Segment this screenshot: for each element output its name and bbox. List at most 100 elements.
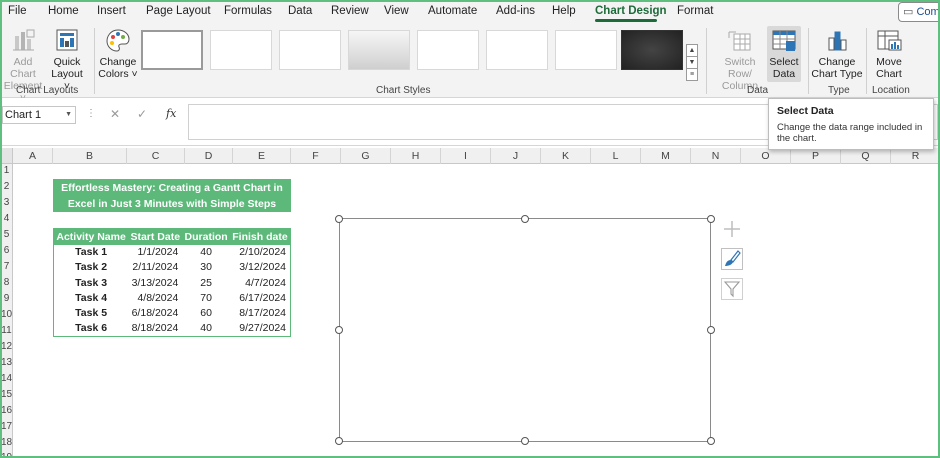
row-header[interactable]: 1 — [0, 165, 13, 176]
tab-data[interactable]: Data — [288, 5, 312, 17]
header-start-date[interactable]: Start Date — [128, 228, 183, 245]
column-header[interactable]: K — [541, 148, 591, 164]
tab-add-ins[interactable]: Add-ins — [496, 5, 535, 17]
column-header[interactable]: B — [53, 148, 127, 164]
chart-style-3[interactable] — [279, 30, 341, 70]
select-data-button[interactable]: Select Data — [767, 26, 801, 82]
column-header[interactable]: Q — [841, 148, 891, 164]
column-header[interactable]: R — [891, 148, 940, 164]
tab-review[interactable]: Review — [331, 5, 369, 17]
column-header[interactable]: M — [641, 148, 691, 164]
tab-automate[interactable]: Automate — [428, 5, 477, 17]
column-header[interactable]: I — [441, 148, 491, 164]
column-header[interactable]: J — [491, 148, 541, 164]
chart-filters-button[interactable] — [721, 278, 743, 300]
chart-styles-button[interactable] — [721, 248, 743, 270]
resize-handle-right[interactable] — [707, 326, 715, 334]
cell-start-date[interactable]: 4/8/2024 — [128, 290, 182, 305]
cell-finish-date[interactable]: 8/17/2024 — [230, 306, 291, 321]
quick-layout-button[interactable]: Quick Layout ˅ — [48, 28, 86, 92]
cell-start-date[interactable]: 3/13/2024 — [128, 275, 182, 290]
cell-finish-date[interactable]: 2/10/2024 — [230, 245, 291, 260]
row-header[interactable]: 3 — [0, 197, 13, 208]
row-header[interactable]: 19 — [0, 452, 13, 458]
tab-insert[interactable]: Insert — [97, 5, 126, 17]
resize-handle-bottom[interactable] — [521, 437, 529, 445]
column-header[interactable]: H — [391, 148, 441, 164]
row-header[interactable]: 13 — [0, 357, 13, 368]
header-duration[interactable]: Duration — [182, 228, 230, 245]
row-header[interactable]: 5 — [0, 229, 13, 240]
resize-handle-bottom-left[interactable] — [335, 437, 343, 445]
cell-start-date[interactable]: 2/11/2024 — [128, 260, 182, 275]
cell-duration[interactable]: 60 — [182, 306, 230, 321]
cell-duration[interactable]: 40 — [182, 321, 230, 336]
column-header[interactable]: P — [791, 148, 841, 164]
row-header[interactable]: 15 — [0, 389, 13, 400]
sheet-title[interactable]: Effortless Mastery: Creating a Gantt Cha… — [53, 179, 291, 212]
chart-style-6[interactable] — [486, 30, 548, 70]
insert-function-icon[interactable]: fx — [166, 107, 176, 120]
header-activity-name[interactable]: Activity Name — [53, 228, 129, 245]
resize-handle-top-left[interactable] — [335, 215, 343, 223]
chart-style-5[interactable] — [417, 30, 479, 70]
cell-activity[interactable]: Task 5 — [54, 306, 129, 321]
row-header[interactable]: 4 — [0, 213, 13, 224]
tab-file[interactable]: File — [8, 5, 27, 17]
resize-handle-bottom-right[interactable] — [707, 437, 715, 445]
name-box[interactable]: Chart 1 ▼ — [2, 106, 76, 124]
cell-start-date[interactable]: 1/1/2024 — [128, 245, 182, 260]
chart-style-7[interactable] — [555, 30, 617, 70]
cell-activity[interactable]: Task 2 — [54, 260, 129, 275]
tab-formulas[interactable]: Formulas — [224, 5, 272, 17]
move-chart-button[interactable]: Move Chart — [870, 28, 908, 80]
column-header[interactable]: F — [291, 148, 341, 164]
cell-start-date[interactable]: 6/18/2024 — [128, 306, 182, 321]
change-colors-button[interactable]: Change Colors ˅ — [98, 28, 138, 80]
cell-finish-date[interactable]: 6/17/2024 — [230, 290, 291, 305]
change-chart-type-button[interactable]: Change Chart Type — [810, 28, 864, 80]
row-header[interactable]: 17 — [0, 421, 13, 432]
row-header[interactable]: 14 — [0, 373, 13, 384]
row-header[interactable]: 12 — [0, 341, 13, 352]
resize-handle-top[interactable] — [521, 215, 529, 223]
column-header[interactable]: D — [185, 148, 233, 164]
cell-duration[interactable]: 40 — [182, 245, 230, 260]
chart-style-8[interactable] — [621, 30, 683, 70]
cell-finish-date[interactable]: 4/7/2024 — [230, 275, 291, 290]
cell-finish-date[interactable]: 9/27/2024 — [230, 321, 291, 336]
column-header[interactable]: L — [591, 148, 641, 164]
cell-start-date[interactable]: 8/18/2024 — [128, 321, 182, 336]
row-header[interactable]: 9 — [0, 293, 13, 304]
comments-button[interactable]: ▭ Comments — [898, 2, 940, 22]
gallery-more[interactable]: ≡ — [686, 68, 698, 81]
cell-duration[interactable]: 30 — [182, 260, 230, 275]
cell-duration[interactable]: 70 — [182, 290, 230, 305]
cell-activity[interactable]: Task 3 — [54, 275, 129, 290]
header-finish-date[interactable]: Finish date — [229, 228, 291, 245]
row-header[interactable]: 2 — [0, 181, 13, 192]
tab-chart-design[interactable]: Chart Design — [595, 5, 667, 17]
column-header[interactable]: N — [691, 148, 741, 164]
select-all-corner[interactable] — [0, 148, 13, 164]
switch-row-column-button[interactable]: Switch Row/ Column — [712, 28, 768, 92]
cell-activity[interactable]: Task 6 — [54, 321, 129, 336]
column-header[interactable]: G — [341, 148, 391, 164]
enter-icon[interactable]: ✓ — [137, 107, 147, 121]
tab-help[interactable]: Help — [552, 5, 576, 17]
column-header[interactable]: A — [13, 148, 53, 164]
row-header[interactable]: 10 — [0, 309, 13, 320]
row-header[interactable]: 11 — [0, 325, 13, 336]
tab-home[interactable]: Home — [48, 5, 79, 17]
row-header[interactable]: 18 — [0, 437, 13, 448]
tab-view[interactable]: View — [384, 5, 409, 17]
tab-format[interactable]: Format — [677, 5, 713, 17]
chart-area[interactable] — [339, 218, 711, 442]
resize-handle-left[interactable] — [335, 326, 343, 334]
cell-activity[interactable]: Task 1 — [54, 245, 129, 260]
chart-style-2[interactable] — [210, 30, 272, 70]
resize-handle-top-right[interactable] — [707, 215, 715, 223]
column-header[interactable]: C — [127, 148, 185, 164]
cell-duration[interactable]: 25 — [182, 275, 230, 290]
chart-style-4[interactable] — [348, 30, 410, 70]
